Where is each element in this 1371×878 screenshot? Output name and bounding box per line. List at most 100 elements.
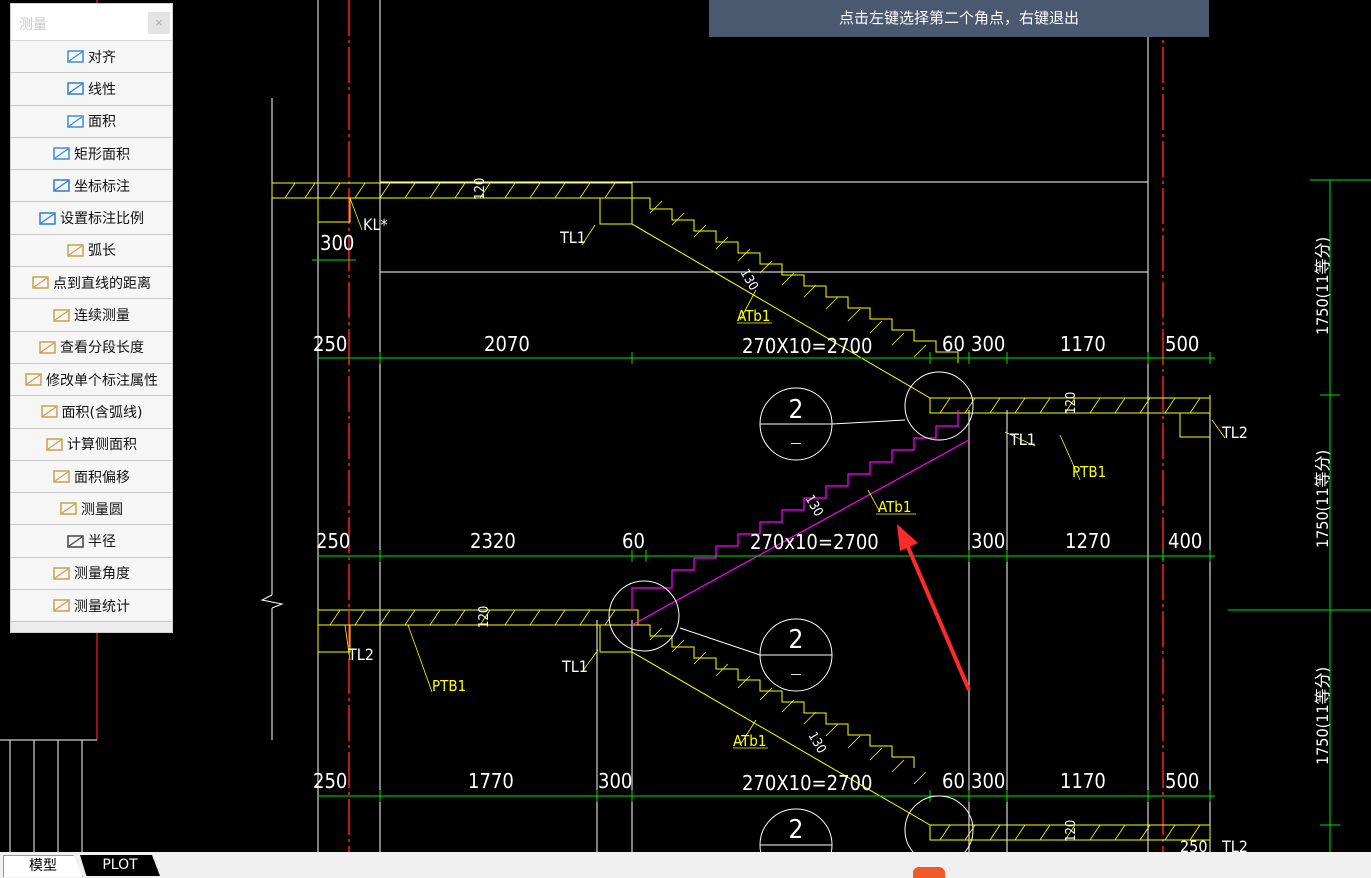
tool-area-offset[interactable]: 面积偏移: [11, 460, 172, 494]
tool-edit-dimension[interactable]: 修改单个标注属性: [11, 363, 172, 397]
component-label: TL2: [347, 645, 374, 664]
tool-label: 查看分段长度: [60, 340, 144, 357]
tool-aligned-dimension[interactable]: 对齐: [11, 41, 172, 74]
tool-label: 测量角度: [74, 566, 130, 583]
tab-model[interactable]: 模型: [3, 855, 83, 877]
coordinate-icon: [53, 179, 70, 193]
component-label: TL2: [1221, 423, 1248, 442]
tool-label: 测量统计: [74, 598, 130, 615]
dimension-label: 120: [1064, 820, 1079, 842]
area-icon: [67, 114, 84, 128]
dimension-label: 1170: [1060, 332, 1106, 356]
dimension-label: 60: [942, 769, 965, 793]
tool-measure-angle[interactable]: 测量角度: [11, 557, 172, 591]
component-label: ATb1: [733, 732, 766, 750]
tool-arc-area[interactable]: 面积(含弧线): [11, 396, 172, 429]
component-label: TL1: [559, 228, 586, 247]
vertical-dimension-label: 1750(11等分): [1313, 237, 1332, 335]
point-line-distance-icon: [32, 276, 49, 289]
dimension-label: 60: [622, 529, 645, 553]
detail-callout-label: 2: [789, 625, 804, 655]
component-label: TL1: [1009, 430, 1036, 449]
radius-icon: [67, 534, 84, 548]
measure-panel: 测量 × 对齐线性面积矩形面积坐标标注设置标注比例 弧长点到直线的距离连续测量查看…: [10, 3, 173, 633]
close-icon[interactable]: ×: [148, 12, 170, 34]
tool-rectangle-area[interactable]: 矩形面积: [11, 137, 172, 171]
taskbar-app-icon[interactable]: [913, 867, 945, 878]
component-label: KL*: [363, 215, 388, 234]
arc-area-icon: [40, 405, 58, 419]
dimension-label: 1170: [1060, 769, 1106, 793]
tool-label: 弧长: [88, 243, 116, 260]
component-label: PTB1: [432, 677, 466, 695]
measure-circle-icon: [60, 502, 77, 516]
dimension-label: 60: [942, 332, 965, 356]
dimension-label: 2320: [470, 529, 516, 553]
tool-measure-circle[interactable]: 测量圆: [11, 493, 172, 526]
dimension-label: 300: [320, 231, 354, 255]
edit-dimension-icon: [25, 373, 42, 386]
tool-label: 测量圆: [81, 501, 123, 518]
dimension-label: 400: [1168, 529, 1202, 553]
panel-header: 测量 ×: [11, 4, 172, 41]
tab-plot[interactable]: PLOT: [80, 855, 160, 876]
tool-label: 连续测量: [74, 308, 130, 325]
area-offset-icon: [53, 470, 70, 483]
tool-label: 对齐: [88, 49, 116, 66]
tool-side-area[interactable]: 计算侧面积: [11, 428, 172, 461]
tool-scale[interactable]: 设置标注比例: [11, 202, 172, 235]
dimension-label: 250: [313, 769, 347, 793]
dimension-label: 270X10=2700: [742, 334, 872, 358]
rectangle-area-icon: [53, 147, 70, 160]
tool-coordinate[interactable]: 坐标标注: [11, 170, 172, 203]
tool-list: 对齐线性面积矩形面积坐标标注设置标注比例 弧长点到直线的距离连续测量查看分段长度修…: [11, 41, 172, 623]
tool-area[interactable]: 面积: [11, 105, 172, 138]
tool-label: 设置标注比例: [60, 211, 144, 228]
tool-linear-dimension[interactable]: 线性: [11, 73, 172, 106]
tool-label: 计算侧面积: [67, 437, 137, 454]
scale-icon: [39, 211, 56, 225]
dimension-label: 270X10=2700: [742, 771, 872, 795]
tool-continuous-measure[interactable]: 连续测量: [11, 299, 172, 332]
dimension-label: 250: [313, 332, 347, 356]
dimension-label: 130: [802, 493, 826, 520]
dimension-label: 500: [1165, 769, 1199, 793]
tool-point-line-distance[interactable]: 点到直线的距离: [11, 267, 172, 300]
dimension-label: 120: [473, 178, 488, 200]
side-area-icon: [46, 437, 63, 451]
dimension-label: 1270: [1065, 529, 1111, 553]
component-label: ATb1: [878, 498, 911, 516]
detail-callout-label: 2: [789, 815, 804, 845]
tool-measure-stats[interactable]: 测量统计: [11, 590, 172, 623]
detail-callout-label: —: [791, 436, 802, 450]
panel-title: 测量: [19, 17, 47, 33]
dimension-label: 120: [1064, 392, 1079, 414]
tool-label: 面积(含弧线): [61, 404, 143, 421]
component-label: TL1: [561, 657, 588, 676]
command-prompt-banner: 点击左键选择第二个角点，右键退出: [709, 0, 1209, 37]
tool-label: 坐标标注: [74, 178, 130, 195]
continuous-measure-icon: [53, 308, 70, 322]
dimension-label: 1770: [468, 769, 514, 793]
dimension-label: 300: [971, 529, 1005, 553]
dimension-label: 300: [971, 332, 1005, 356]
dimension-label: 250: [316, 529, 350, 553]
detail-callout-label: —: [791, 667, 802, 681]
status-bar: [0, 852, 1371, 878]
dimension-label: 500: [1165, 332, 1199, 356]
tool-radius[interactable]: 半径: [11, 525, 172, 558]
tool-arc-length[interactable]: 弧长: [11, 234, 172, 268]
cad-drawing-canvas[interactable]: 250 2070 270X10=2700 60 300 1170 500 250…: [0, 0, 1371, 878]
tool-label: 半径: [88, 534, 116, 551]
vertical-dimension-label: 1750(11等分): [1313, 667, 1332, 765]
red-arrow-annotation: [897, 524, 971, 691]
dimension-label: 130: [737, 267, 761, 294]
tool-segment-length[interactable]: 查看分段长度: [11, 331, 172, 364]
dimension-label: 2070: [484, 332, 530, 356]
tool-label: 面积偏移: [74, 469, 130, 486]
aligned-dimension-icon: [67, 50, 84, 63]
vertical-dimension-label: 1750(11等分): [1313, 450, 1332, 548]
measure-stats-icon: [53, 599, 70, 612]
tool-label: 面积: [88, 114, 116, 131]
arc-length-icon: [67, 244, 84, 257]
